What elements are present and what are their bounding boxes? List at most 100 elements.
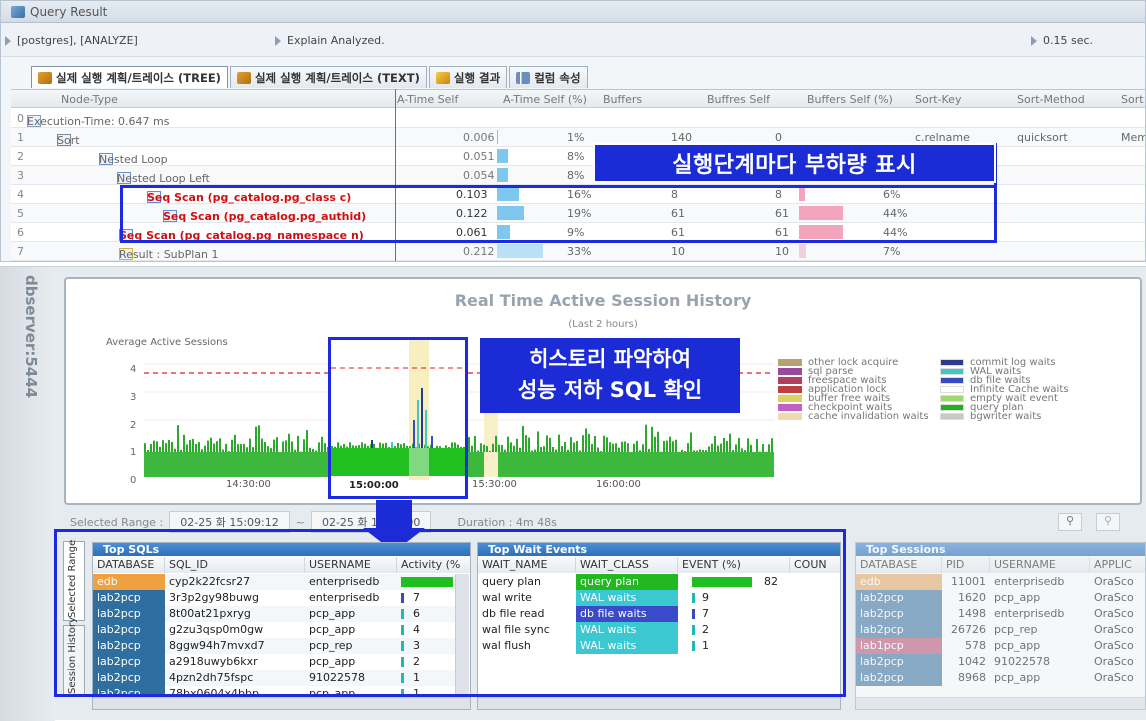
legend-swatch xyxy=(940,404,964,411)
activity-bar xyxy=(243,444,245,452)
col-buffers-pct[interactable]: Buffers Self (%) xyxy=(807,93,893,106)
activity-bar xyxy=(276,437,278,452)
history-callout-line2: 성능 저하 SQL 확인 xyxy=(480,375,740,406)
pid-cell[interactable]: 578 xyxy=(942,638,990,654)
col-buffers-self[interactable]: Buffres Self xyxy=(707,93,770,106)
pid-cell[interactable]: 11001 xyxy=(942,574,990,590)
legend-swatch xyxy=(778,386,802,393)
activity-bar xyxy=(609,442,611,452)
x-tick: 16:00:00 xyxy=(596,479,641,490)
activity-bar xyxy=(735,444,737,452)
activity-bar xyxy=(454,443,456,448)
activity-bar xyxy=(355,446,357,448)
plan-row[interactable]: 7Result : SubPlan 10.21233%10107% xyxy=(11,242,1146,261)
activity-bar xyxy=(510,442,512,452)
col-atime-self[interactable]: A-Time Self xyxy=(397,93,458,106)
zoom-x-tick: 15:00:00 xyxy=(349,480,399,491)
activity-bar xyxy=(309,448,311,452)
col-sort[interactable]: Sort xyxy=(1121,93,1144,106)
server-name: dbserver:5444 xyxy=(22,275,40,398)
activity-bar xyxy=(222,450,224,452)
username-cell: enterprisedb xyxy=(990,574,1090,590)
legend-swatch xyxy=(778,413,802,420)
col-database[interactable]: DATABASE xyxy=(856,557,942,573)
activity-bar xyxy=(285,440,287,452)
col-sort-method[interactable]: Sort-Method xyxy=(1017,93,1085,106)
activity-bar xyxy=(471,446,473,452)
activity-bar xyxy=(400,444,402,448)
activity-bar xyxy=(516,439,518,452)
col-application[interactable]: APPLIC xyxy=(1090,557,1146,573)
col-buffers[interactable]: Buffers xyxy=(603,93,642,106)
legend-swatch xyxy=(940,359,964,366)
columns-icon xyxy=(516,72,530,84)
activity-bar xyxy=(612,444,614,452)
activity-bar xyxy=(654,437,656,452)
tab-columns[interactable]: 컬럼 속성 xyxy=(509,66,587,88)
activity-bar xyxy=(669,437,671,452)
activity-bar xyxy=(213,444,215,452)
connection-info[interactable]: [postgres], [ANALYZE] xyxy=(5,34,138,47)
pid-cell[interactable]: 26726 xyxy=(942,622,990,638)
pid-cell[interactable]: 1042 xyxy=(942,654,990,670)
activity-bar xyxy=(582,435,584,452)
activity-bar xyxy=(747,438,749,452)
activity-bar xyxy=(415,447,417,448)
tab-label: 실제 실행 계획/트레이스 (TREE) xyxy=(56,70,221,86)
activity-bar xyxy=(210,438,212,452)
tab-plan-text[interactable]: 실제 실행 계획/트레이스 (TEXT) xyxy=(230,66,427,88)
activity-bar xyxy=(621,442,623,452)
pid-cell[interactable]: 8968 xyxy=(942,670,990,686)
activity-bar xyxy=(448,447,450,448)
zoom-in-button[interactable]: ⚲ xyxy=(1058,513,1082,531)
col-sort-key[interactable]: Sort-Key xyxy=(915,93,961,106)
legend-swatch xyxy=(940,395,964,402)
activity-bar xyxy=(406,446,408,448)
activity-bar xyxy=(495,436,497,452)
activity-bar xyxy=(367,446,369,448)
plan-row[interactable]: 0Execution-Time: 0.647 ms xyxy=(11,109,1146,128)
activity-bar xyxy=(639,450,641,452)
activity-bar xyxy=(216,441,218,452)
activity-bar xyxy=(343,444,345,448)
activity-bar xyxy=(358,445,360,448)
col-username[interactable]: USERNAME xyxy=(990,557,1090,573)
activity-bar xyxy=(693,450,695,452)
activity-bar xyxy=(460,447,462,448)
tab-results[interactable]: 실행 결과 xyxy=(429,66,507,88)
activity-bar xyxy=(403,443,405,448)
activity-bar xyxy=(334,447,336,448)
activity-bar xyxy=(687,443,689,452)
y-tick: 0 xyxy=(130,475,136,486)
activity-bar xyxy=(564,442,566,452)
row-number: 1 xyxy=(17,131,24,144)
db-cell: lab2pcp xyxy=(856,590,942,606)
activity-bar xyxy=(204,446,206,452)
elapsed-info[interactable]: 0.15 sec. xyxy=(1031,34,1093,47)
horizontal-scrollbar[interactable] xyxy=(478,697,841,709)
activity-bar xyxy=(192,439,194,452)
status-info[interactable]: Explain Analyzed. xyxy=(275,34,385,47)
application-cell: OraSco xyxy=(1090,638,1146,654)
activity-bar xyxy=(282,441,284,452)
col-node-type[interactable]: Node-Type xyxy=(61,93,118,106)
horizontal-scrollbar[interactable] xyxy=(856,697,1146,709)
row-number: 3 xyxy=(17,169,24,182)
range-duration: Duration : 4m 48s xyxy=(457,516,556,529)
activity-bar xyxy=(231,440,233,452)
tab-plan-tree[interactable]: 실제 실행 계획/트레이스 (TREE) xyxy=(31,66,228,88)
atime-bar xyxy=(497,130,498,144)
activity-bar xyxy=(315,451,317,452)
activity-bar xyxy=(729,434,731,452)
col-pid[interactable]: PID xyxy=(942,557,990,573)
zoom-out-button[interactable]: ⚲ xyxy=(1096,513,1120,531)
atime-pct-cell: 8% xyxy=(567,150,584,163)
col-atime-pct[interactable]: A-Time Self (%) xyxy=(503,93,587,106)
horizontal-scrollbar[interactable] xyxy=(93,697,471,709)
activity-bar xyxy=(699,449,701,452)
activity-bar xyxy=(666,441,668,452)
pid-cell[interactable]: 1620 xyxy=(942,590,990,606)
activity-bar xyxy=(234,435,236,452)
legend-swatch xyxy=(778,377,802,384)
pid-cell[interactable]: 1498 xyxy=(942,606,990,622)
